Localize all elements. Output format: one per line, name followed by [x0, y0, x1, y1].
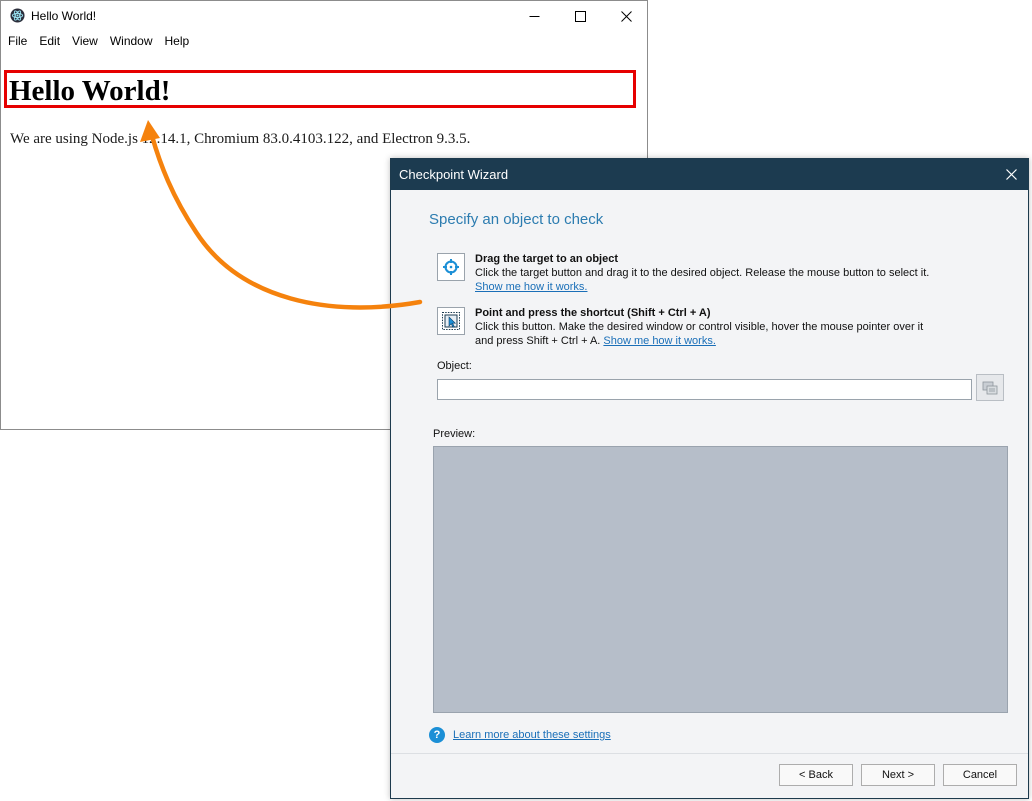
next-button[interactable]: Next >: [861, 764, 935, 786]
electron-app-icon: [10, 8, 25, 23]
object-label: Object:: [437, 360, 472, 372]
option-drag-target-title: Drag the target to an object: [475, 253, 619, 265]
point-shortcut-button[interactable]: [437, 307, 465, 335]
point-shortcut-icon: [442, 312, 460, 330]
maximize-button[interactable]: [557, 1, 603, 31]
object-browse-button[interactable]: [976, 374, 1004, 401]
menu-help[interactable]: Help: [160, 31, 195, 51]
wizard-heading: Specify an object to check: [429, 211, 604, 228]
electron-window-title: Hello World!: [31, 9, 97, 23]
cancel-button[interactable]: Cancel: [943, 764, 1017, 786]
option-point-shortcut-title: Point and press the shortcut (Shift + Ct…: [475, 307, 711, 319]
versions-text: We are using Node.js 12.14.1, Chromium 8…: [10, 131, 471, 147]
help-row: ? Learn more about these settings: [429, 727, 611, 743]
checkpoint-wizard-dialog: Checkpoint Wizard Specify an object to c…: [390, 158, 1029, 799]
help-question-icon: ?: [429, 727, 445, 743]
drag-target-button[interactable]: [437, 253, 465, 281]
object-tree-icon: [982, 381, 998, 394]
menu-file[interactable]: File: [3, 31, 32, 51]
show-me-how-link-1[interactable]: Show me how it works.: [475, 281, 587, 293]
minimize-button[interactable]: [511, 1, 557, 31]
option-drag-target-desc: Click the target button and drag it to t…: [475, 267, 930, 279]
close-icon: [1005, 169, 1017, 180]
preview-area: [433, 446, 1008, 713]
electron-title-bar[interactable]: Hello World!: [1, 1, 647, 31]
heading-highlight-box: [4, 70, 636, 108]
screenshot-canvas: Hello World! File Edit View Window Help …: [0, 0, 1032, 801]
wizard-close-button[interactable]: [994, 159, 1028, 190]
menu-edit[interactable]: Edit: [34, 31, 65, 51]
option-point-shortcut-desc-1: Click this button. Make the desired wind…: [475, 321, 924, 333]
learn-more-link[interactable]: Learn more about these settings: [453, 729, 611, 741]
wizard-footer: < Back Next > Cancel: [391, 753, 1028, 798]
minimize-icon: [529, 15, 539, 17]
show-me-how-link-2[interactable]: Show me how it works.: [603, 335, 715, 347]
menu-bar: File Edit View Window Help: [1, 31, 647, 51]
menu-window[interactable]: Window: [105, 31, 158, 51]
option-drag-target-text: Drag the target to an object Click the t…: [475, 253, 929, 294]
close-icon: [620, 10, 632, 22]
option-point-shortcut-text: Point and press the shortcut (Shift + Ct…: [475, 307, 923, 348]
object-input[interactable]: [437, 379, 972, 400]
option-point-shortcut-desc-2: and press Shift + Ctrl + A.: [475, 335, 601, 347]
preview-label: Preview:: [433, 428, 476, 440]
crosshair-target-icon: [443, 259, 459, 275]
wizard-title-bar[interactable]: Checkpoint Wizard: [391, 159, 1028, 190]
maximize-icon: [574, 10, 586, 22]
menu-view[interactable]: View: [67, 31, 103, 51]
wizard-title: Checkpoint Wizard: [399, 167, 509, 182]
close-window-button[interactable]: [603, 1, 649, 31]
back-button[interactable]: < Back: [779, 764, 853, 786]
